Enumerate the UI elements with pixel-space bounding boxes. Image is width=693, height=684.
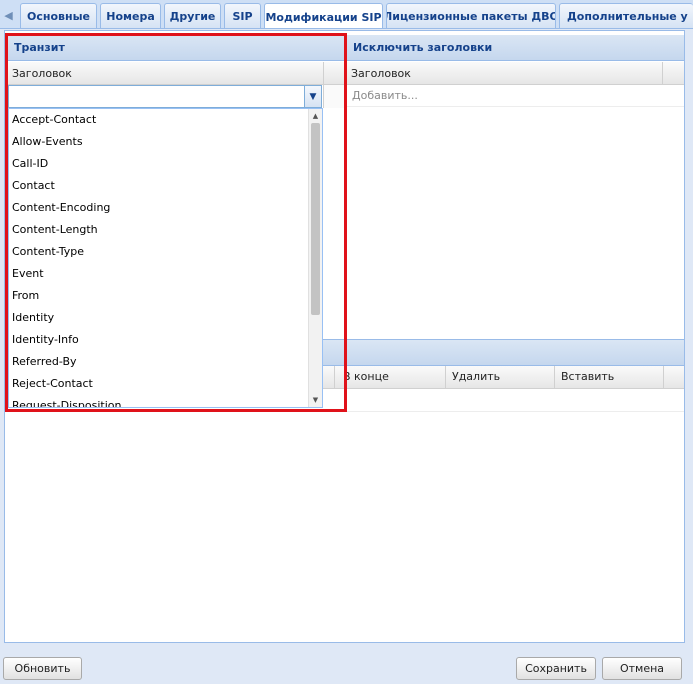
dropdown-option[interactable]: Content-Length (12, 219, 98, 241)
transit-column-menu[interactable] (323, 62, 345, 84)
dropdown-option[interactable]: Content-Type (12, 241, 84, 263)
dropdown-option[interactable]: Identity (12, 307, 54, 329)
tab-additional[interactable]: Дополнительные у (559, 3, 693, 28)
column-delete[interactable]: Удалить (445, 366, 554, 388)
dropdown-option[interactable]: Allow-Events (12, 131, 83, 153)
tab-license-packages[interactable]: Лицензионные пакеты ДВО (386, 3, 556, 28)
dropdown-option[interactable]: Identity-Info (12, 329, 79, 351)
exclude-column-menu[interactable] (662, 62, 684, 84)
dropdown-option[interactable]: Referred-By (12, 351, 77, 373)
dropdown-option[interactable]: From (12, 285, 39, 307)
column-insert[interactable]: Вставить (554, 366, 663, 388)
save-button[interactable]: Сохранить (516, 657, 596, 680)
column-at-end[interactable]: В конце (334, 366, 445, 388)
scroll-down-icon[interactable]: ▼ (309, 394, 322, 406)
dropdown-option[interactable]: Contact (12, 175, 55, 197)
transit-header-dropdown[interactable]: Accept-Contact Allow-Events Call-ID Cont… (8, 108, 323, 408)
dropdown-option[interactable]: Call-ID (12, 153, 48, 175)
tab-scroll-left-icon[interactable]: ◀ (0, 3, 17, 27)
dropdown-option[interactable]: Event (12, 263, 44, 285)
dropdown-scrollbar[interactable]: ▲ ▼ (308, 109, 322, 407)
exclude-add-placeholder[interactable]: Добавить... (352, 89, 418, 102)
tab-other[interactable]: Другие (164, 3, 221, 28)
exclude-headers-section-title: Исключить заголовки (347, 35, 684, 61)
chevron-down-icon[interactable]: ▼ (304, 86, 321, 107)
transit-row-spacer (323, 85, 345, 108)
exclude-column-header[interactable]: Заголовок (347, 62, 684, 85)
dropdown-option[interactable]: Request-Disposition (12, 395, 121, 407)
tab-numbers[interactable]: Номера (100, 3, 161, 28)
column-menu[interactable] (663, 366, 684, 388)
dropdown-option[interactable]: Content-Encoding (12, 197, 110, 219)
tab-sip[interactable]: SIP (224, 3, 261, 28)
scroll-up-icon[interactable]: ▲ (309, 110, 322, 122)
transit-header-input[interactable] (9, 86, 304, 107)
section-divider (346, 35, 347, 339)
cancel-button[interactable]: Отмена (602, 657, 682, 680)
tab-bar: ◀ Основные Номера Другие SIP Модификации… (0, 0, 693, 29)
scrollbar-thumb[interactable] (311, 123, 320, 315)
dropdown-option[interactable]: Accept-Contact (12, 109, 96, 131)
dropdown-option[interactable]: Reject-Contact (12, 373, 93, 395)
transit-section-title: Транзит (8, 35, 345, 61)
refresh-button[interactable]: Обновить (3, 657, 82, 680)
tab-main[interactable]: Основные (20, 3, 97, 28)
transit-column-label: Заголовок (12, 66, 72, 80)
tab-sip-modifications[interactable]: Модификации SIP (264, 3, 383, 28)
transit-header-combo[interactable]: ▼ (8, 85, 322, 108)
exclude-add-row[interactable]: Добавить... (347, 85, 684, 107)
exclude-column-label: Заголовок (351, 66, 411, 80)
transit-column-header[interactable]: Заголовок (8, 62, 345, 85)
